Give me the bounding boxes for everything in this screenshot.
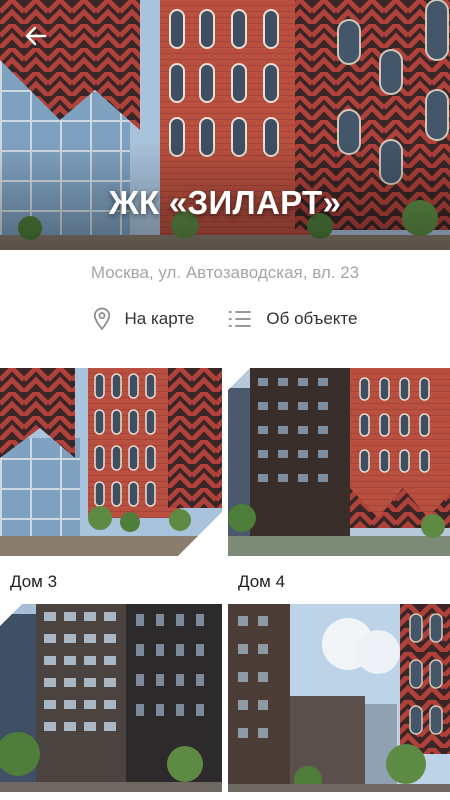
map-button[interactable]: На карте bbox=[93, 302, 195, 336]
about-button-label: Об объекте bbox=[266, 309, 358, 328]
list-icon bbox=[229, 311, 252, 327]
house-card-4[interactable]: Дом 4 bbox=[228, 368, 450, 592]
map-button-label: На карте bbox=[124, 309, 195, 328]
hero-banner: ЖК «ЗИЛАРТ» bbox=[0, 0, 450, 250]
house-card-3[interactable]: Дом 3 bbox=[0, 368, 222, 592]
house-card[interactable] bbox=[228, 604, 450, 792]
house-card[interactable] bbox=[0, 604, 222, 792]
action-row: На карте Об объекте bbox=[0, 302, 450, 336]
corner-cut bbox=[0, 604, 22, 626]
map-pin-icon bbox=[93, 307, 110, 331]
house-name: Дом 3 bbox=[10, 572, 58, 591]
house-thumbnail bbox=[0, 604, 222, 792]
house-name: Дом 4 bbox=[238, 572, 286, 591]
house-thumbnail bbox=[0, 368, 222, 556]
back-button[interactable] bbox=[14, 14, 58, 58]
corner-cut bbox=[178, 512, 222, 556]
about-button[interactable]: Об объекте bbox=[228, 302, 357, 336]
arrow-left-icon bbox=[25, 26, 47, 46]
corner-cut bbox=[228, 368, 250, 390]
house-thumbnail bbox=[228, 604, 450, 792]
address-text: Москва, ул. Автозаводская, вл. 23 bbox=[90, 263, 360, 282]
house-thumbnail bbox=[228, 368, 450, 556]
complex-title: ЖК «ЗИЛАРТ» bbox=[108, 184, 342, 221]
